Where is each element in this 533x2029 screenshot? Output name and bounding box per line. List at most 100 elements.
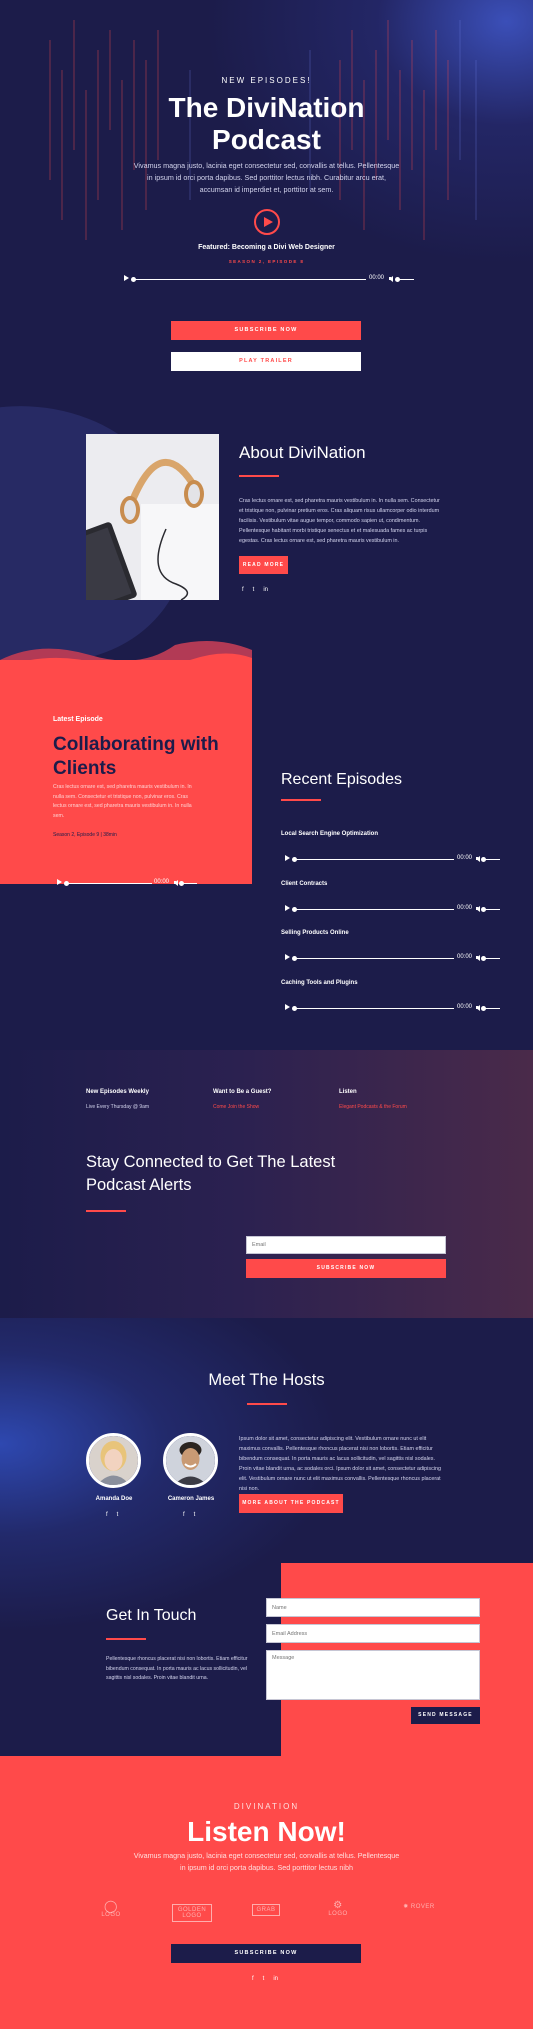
play-icon[interactable]	[285, 855, 290, 861]
partner-logo-label: LOGO	[328, 1911, 348, 1917]
episode-title: Client Contracts	[281, 881, 328, 887]
volume-knob[interactable]	[395, 276, 400, 282]
contact-email-input[interactable]	[266, 1624, 480, 1643]
progress-knob[interactable]	[131, 276, 136, 282]
read-more-button[interactable]: READ MORE	[239, 556, 288, 574]
episode-audio-player: 00:00	[285, 904, 500, 914]
progress-track[interactable]	[294, 1007, 454, 1009]
volume-knob[interactable]	[481, 856, 486, 862]
facebook-icon[interactable]: f	[242, 587, 244, 593]
contact-title: Get In Touch	[106, 1607, 197, 1624]
volume-icon[interactable]	[476, 1004, 480, 1011]
progress-track[interactable]	[294, 957, 454, 959]
play-icon[interactable]	[285, 905, 290, 911]
progress-track[interactable]	[294, 858, 454, 860]
volume-icon[interactable]	[476, 855, 480, 862]
facebook-icon[interactable]: f	[183, 1512, 185, 1518]
headphones-illustration	[86, 434, 219, 600]
progress-knob[interactable]	[292, 906, 297, 912]
listen-eyebrow: DIVINATION	[233, 1802, 300, 1811]
time-readout: 00:00	[457, 855, 473, 861]
latest-episode-label: Latest Episode	[53, 716, 103, 723]
contact-text: Pellentesque rhoncus placerat nisi non l…	[106, 1656, 248, 1681]
time-readout: 00:00	[457, 1004, 473, 1010]
listen-now-section	[0, 1756, 533, 2029]
gear-icon: ⚙	[333, 1900, 343, 1911]
newsletter-email-input[interactable]	[246, 1236, 446, 1254]
avatar	[86, 1433, 141, 1488]
linkedin-icon[interactable]: in	[263, 587, 268, 593]
volume-icon[interactable]	[476, 905, 480, 912]
page: NEW EPISODES! The DiviNation Podcast Viv…	[0, 0, 533, 2029]
featured-episode-title: Featured: Becoming a Divi Web Designer	[198, 244, 335, 251]
hero-title: The DiviNation Podcast	[0, 92, 533, 156]
star-icon: ✸	[403, 1904, 409, 1910]
featured-season-label: SEASON 2, EPISODE 8	[228, 259, 305, 264]
play-featured-button[interactable]	[254, 209, 280, 235]
episode-title: Caching Tools and Plugins	[281, 980, 358, 986]
volume-knob[interactable]	[481, 1005, 486, 1011]
progress-knob[interactable]	[292, 1005, 297, 1011]
host-portrait	[166, 1436, 215, 1485]
twitter-icon[interactable]: t	[194, 1512, 196, 1518]
hosts-title: Meet The Hosts	[208, 1371, 325, 1389]
play-icon[interactable]	[285, 954, 290, 960]
volume-icon[interactable]	[389, 275, 393, 282]
partner-logo-label: ROVER	[410, 1904, 435, 1910]
info-subtext: Live Every Thursday @ 9am	[86, 1104, 150, 1110]
facebook-icon[interactable]: f	[252, 1976, 254, 1982]
host-name: Amanda Doe	[95, 1496, 133, 1502]
hosts-underline	[247, 1403, 287, 1405]
hero-subscribe-button[interactable]: SUBSCRIBE NOW	[171, 321, 361, 340]
facebook-icon[interactable]: f	[106, 1512, 108, 1518]
about-underline	[239, 475, 279, 477]
play-icon[interactable]	[285, 1004, 290, 1010]
contact-name-input[interactable]	[266, 1598, 480, 1617]
twitter-icon[interactable]: t	[253, 587, 255, 593]
hero-description: Vivamus magna justo, lacinia eget consec…	[133, 161, 400, 194]
volume-knob[interactable]	[481, 906, 486, 912]
newsletter-subscribe-button[interactable]: SUBSCRIBE NOW	[246, 1259, 446, 1278]
volume-knob[interactable]	[179, 880, 184, 886]
info-link[interactable]: Elegant Podcasts & the Forum	[339, 1104, 407, 1110]
progress-knob[interactable]	[292, 856, 297, 862]
time-readout: 00:00	[457, 905, 473, 911]
newsletter-underline	[86, 1210, 126, 1212]
partner-logo-label: LOGO	[101, 1912, 121, 1918]
logo-mark-icon: ◯	[104, 1899, 118, 1913]
volume-knob[interactable]	[481, 955, 486, 961]
play-icon[interactable]	[57, 879, 62, 885]
progress-track[interactable]	[133, 278, 366, 280]
volume-icon[interactable]	[174, 879, 178, 886]
about-text: Cras lectus ornare est, sed pharetra mau…	[239, 498, 440, 544]
twitter-icon[interactable]: t	[263, 1976, 265, 1982]
contact-underline	[106, 1638, 146, 1640]
episode-title: Local Search Engine Optimization	[281, 831, 379, 837]
progress-track[interactable]	[66, 882, 152, 884]
progress-knob[interactable]	[292, 955, 297, 961]
footer-social-links: f t in	[252, 1976, 287, 1982]
progress-knob[interactable]	[64, 880, 69, 886]
contact-message-input[interactable]	[266, 1650, 480, 1700]
play-icon[interactable]	[124, 275, 129, 281]
hosts-text: Ipsum dolor sit amet, consectetur adipis…	[239, 1436, 441, 1492]
hero-title-line1: The DiviNation	[168, 92, 365, 123]
latest-episode-meta: Season 2, Episode 9 | 38min	[53, 832, 117, 838]
more-about-button[interactable]: MORE ABOUT THE PODCAST	[239, 1494, 343, 1513]
listen-subscribe-button[interactable]: SUBSCRIBE NOW	[171, 1944, 361, 1963]
info-heading: Listen	[339, 1089, 357, 1095]
linkedin-icon[interactable]: in	[273, 1976, 278, 1982]
progress-track[interactable]	[294, 908, 454, 910]
hero-audio-player: 00:00	[124, 274, 414, 284]
volume-icon[interactable]	[476, 954, 480, 961]
send-message-button[interactable]: SEND MESSAGE	[411, 1707, 480, 1724]
about-social-links: f t in	[242, 587, 277, 593]
latest-episode-text: Cras lectus ornare est, sed pharetra mau…	[53, 784, 192, 819]
latest-audio-player: 00:00	[57, 878, 197, 888]
twitter-icon[interactable]: t	[117, 1512, 119, 1518]
listen-description: Vivamus magna justo, lacinia eget consec…	[133, 1851, 400, 1872]
episode-audio-player: 00:00	[285, 854, 500, 864]
play-trailer-button[interactable]: PLAY TRAILER	[171, 352, 361, 371]
info-link[interactable]: Come Join the Show	[213, 1104, 259, 1110]
time-readout: 00:00	[457, 954, 473, 960]
